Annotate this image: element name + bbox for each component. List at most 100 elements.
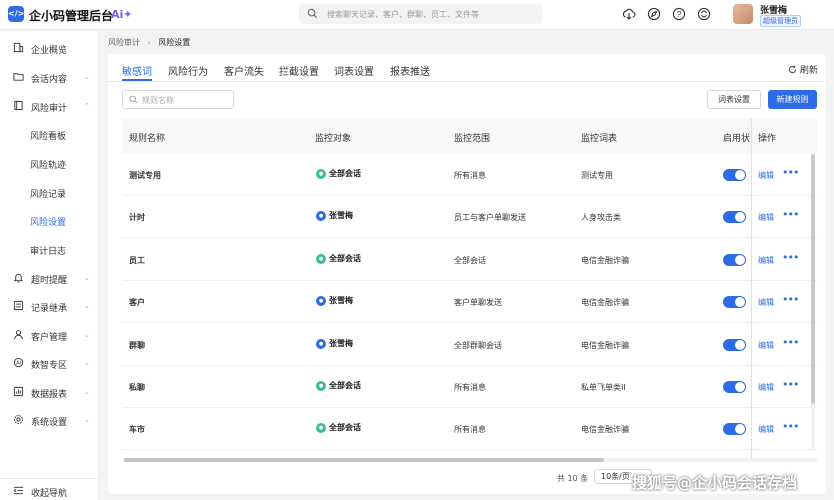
sidebar-item-label: 风险看板 xyxy=(30,132,67,142)
sidebar-item-audit-log[interactable]: 审计日志 xyxy=(0,238,99,260)
edit-link[interactable]: 编辑 xyxy=(758,212,774,223)
horizontal-scroll-thumb[interactable] xyxy=(124,458,604,462)
breadcrumb-current: 风险设置 xyxy=(158,38,191,47)
refresh-button[interactable]: 刷新 xyxy=(788,63,818,76)
table-row: 客户 ● 张雪梅 客户单聊发送 电信金融诈骗 编辑 ••• xyxy=(122,281,817,324)
edit-link[interactable]: 编辑 xyxy=(758,340,774,351)
collapse-nav-button[interactable]: 收起导航 xyxy=(0,478,99,500)
sidebar-item-label: 会话内容 xyxy=(31,75,68,85)
sidebar-item-smart-zone[interactable]: AI 数智专区 ⌄ xyxy=(0,352,99,374)
enabled-toggle[interactable] xyxy=(723,169,746,181)
chevron-down-icon: ⌄ xyxy=(84,274,90,282)
chevron-down-icon: ⌄ xyxy=(84,331,90,339)
tab-risk-behavior[interactable]: 风险行为 xyxy=(168,63,208,78)
more-actions-icon[interactable]: ••• xyxy=(782,336,799,349)
monitor-scope: 客户单聊发送 xyxy=(454,298,502,308)
rule-name: 客户 xyxy=(129,298,145,308)
more-actions-icon[interactable]: ••• xyxy=(782,166,799,179)
refresh-icon xyxy=(788,65,797,74)
sidebar-item-overview[interactable]: 企业概览 xyxy=(0,37,99,59)
breadcrumb: 风险审计 › 风险设置 xyxy=(108,37,190,48)
compass-icon[interactable] xyxy=(647,7,661,21)
sidebar-item-label: 客户管理 xyxy=(31,333,68,343)
col-rule-name: 规则名称 xyxy=(129,134,166,144)
more-actions-icon[interactable]: ••• xyxy=(782,293,799,306)
tab-report-push[interactable]: 报表推送 xyxy=(390,63,430,78)
sidebar-item-risk-trace[interactable]: 风险轨迹 xyxy=(0,152,99,174)
search-icon xyxy=(129,95,138,104)
monitor-dict: 电信金融诈骗 xyxy=(581,425,629,435)
building-icon xyxy=(13,42,24,53)
toggle-knob xyxy=(735,170,745,180)
avatar[interactable] xyxy=(733,4,753,24)
edit-link[interactable]: 编辑 xyxy=(758,255,774,266)
sidebar-item-conversations[interactable]: 会话内容 ⌄ xyxy=(0,66,99,88)
sidebar-item-risk-records[interactable]: 风险记录 xyxy=(0,181,99,203)
more-actions-icon[interactable]: ••• xyxy=(782,208,799,221)
tab-customer-churn[interactable]: 客户流失 xyxy=(224,63,264,78)
table-row: 群聊 ● 张雪梅 全部群聊会话 电信金融诈骗 编辑 ••• xyxy=(122,324,817,366)
monitor-target-label: 张雪梅 xyxy=(329,296,353,306)
sync-icon[interactable] xyxy=(697,7,711,21)
transfer-icon xyxy=(13,300,24,311)
svg-text:AI: AI xyxy=(16,361,21,367)
vertical-scrollbar[interactable] xyxy=(811,154,815,449)
monitor-scope: 所有消息 xyxy=(454,383,486,392)
group-chat-icon: ● xyxy=(316,423,326,434)
tab-sensitive-words[interactable]: 敏感词 xyxy=(122,63,152,78)
breadcrumb-parent[interactable]: 风险审计 xyxy=(108,38,140,47)
new-rule-button[interactable]: 新建规则 xyxy=(768,90,817,109)
more-actions-icon[interactable]: ••• xyxy=(782,420,799,433)
edit-link[interactable]: 编辑 xyxy=(758,424,774,435)
edit-link[interactable]: 编辑 xyxy=(758,297,774,308)
app-logo-icon[interactable]: </> xyxy=(8,6,24,22)
user-icon xyxy=(14,330,23,340)
chevron-down-icon: ⌄ xyxy=(84,416,90,424)
user-role-badge: 超级管理员 xyxy=(760,15,801,27)
more-actions-icon[interactable]: ••• xyxy=(782,378,799,391)
edit-link[interactable]: 编辑 xyxy=(758,170,774,181)
watermark: 搜狐号@企小码会话存档 xyxy=(632,474,798,492)
dict-settings-button[interactable]: 词表设置 xyxy=(707,90,761,109)
rule-name-input[interactable]: 规则名称 xyxy=(142,95,174,106)
more-actions-icon[interactable]: ••• xyxy=(782,251,799,264)
person-icon: ● xyxy=(316,211,326,222)
enabled-toggle[interactable] xyxy=(723,338,746,351)
gear-icon xyxy=(14,415,23,424)
global-search[interactable]: 搜索聊天记录、客户、群聊、员工、文件等 xyxy=(299,4,542,24)
sidebar-item-timeout-alerts[interactable]: 超时提醒 ⌄ xyxy=(0,267,99,289)
sidebar-item-record-inheritance[interactable]: 记录继承 ⌄ xyxy=(0,295,99,317)
help-icon[interactable]: ? xyxy=(672,7,686,21)
edit-link[interactable]: 编辑 xyxy=(758,382,774,393)
book-icon xyxy=(14,100,23,111)
sidebar-item-label: 风险轨迹 xyxy=(30,161,67,171)
search-icon xyxy=(307,8,318,19)
tab-dict-settings[interactable]: 词表设置 xyxy=(334,63,374,78)
sidebar-item-risk-board[interactable]: 风险看板 xyxy=(0,123,99,145)
ai-badge[interactable]: Ai✦ xyxy=(111,8,133,21)
enabled-toggle[interactable] xyxy=(723,211,746,224)
rule-name: 私聊 xyxy=(129,383,145,392)
search-input[interactable]: 搜索聊天记录、客户、群聊、员工、文件等 xyxy=(327,9,479,20)
sidebar-item-reports[interactable]: 数据报表 ⌄ xyxy=(0,381,99,403)
sidebar-item-system-settings[interactable]: 系统设置 ⌄ xyxy=(0,409,99,431)
toggle-knob xyxy=(735,297,745,308)
sidebar-item-label: 记录继承 xyxy=(31,304,68,314)
enabled-toggle[interactable] xyxy=(723,296,746,309)
sidebar-item-risk-settings[interactable]: 风险设置 xyxy=(0,209,99,231)
horizontal-scrollbar[interactable] xyxy=(122,458,817,462)
enabled-toggle[interactable] xyxy=(723,381,746,393)
monitor-dict: 电信金融诈骗 xyxy=(581,298,629,308)
enabled-toggle[interactable] xyxy=(723,253,746,266)
sidebar-item-label: 数智专区 xyxy=(31,361,68,371)
rule-name: 计时 xyxy=(129,213,145,223)
sidebar-item-risk-audit[interactable]: 风险审计 ⌃ xyxy=(0,95,99,117)
vertical-scroll-thumb[interactable] xyxy=(811,154,815,404)
cloud-download-icon[interactable] xyxy=(622,7,636,21)
table-row: 车市 ● 全部会话 所有消息 电信金融诈骗 编辑 ••• xyxy=(122,408,817,451)
sidebar-item-customers[interactable]: 客户管理 ⌄ xyxy=(0,324,99,346)
tab-intercept-settings[interactable]: 拦截设置 xyxy=(279,63,319,78)
col-monitor-scope: 监控范围 xyxy=(454,134,491,144)
rule-name-filter[interactable]: 规则名称 xyxy=(122,90,234,109)
enabled-toggle[interactable] xyxy=(723,423,746,436)
